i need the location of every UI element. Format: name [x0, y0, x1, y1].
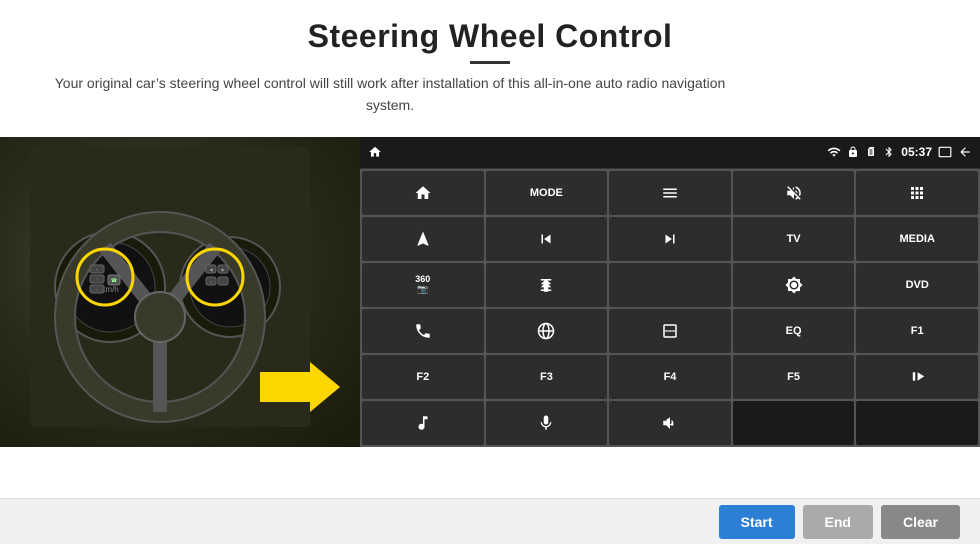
btn-browse[interactable] — [486, 309, 608, 353]
page-container: Steering Wheel Control Your original car… — [0, 0, 980, 544]
status-bar: 05:37 — [360, 137, 980, 169]
btn-empty2 — [856, 401, 978, 445]
clear-button[interactable]: Clear — [881, 505, 960, 539]
start-button[interactable]: Start — [719, 505, 795, 539]
btn-360[interactable]: 360📷 — [362, 263, 484, 307]
btn-f4[interactable]: F4 — [609, 355, 731, 399]
sim-icon — [865, 146, 877, 158]
android-panel: 05:37 MODE — [360, 137, 980, 447]
btn-tv[interactable]: TV — [733, 217, 855, 261]
btn-apps[interactable] — [856, 171, 978, 215]
btn-mute[interactable] — [733, 171, 855, 215]
home-status-icon — [368, 145, 382, 159]
control-grid: MODE TV — [360, 169, 980, 447]
btn-f2[interactable]: F2 — [362, 355, 484, 399]
btn-empty1 — [733, 401, 855, 445]
btn-brightness[interactable] — [733, 263, 855, 307]
car-image: km/h — [0, 137, 360, 447]
bt-icon — [883, 146, 895, 158]
btn-mode[interactable]: MODE — [486, 171, 608, 215]
btn-mic[interactable] — [486, 401, 608, 445]
btn-vol-phone[interactable] — [609, 401, 731, 445]
btn-menu[interactable] — [609, 171, 731, 215]
btn-media[interactable]: MEDIA — [856, 217, 978, 261]
back-icon — [958, 145, 972, 159]
svg-text:☎: ☎ — [111, 278, 117, 284]
btn-eq[interactable]: EQ — [733, 309, 855, 353]
btn-radio[interactable] — [609, 263, 731, 307]
status-right: 05:37 — [827, 145, 972, 159]
btn-eject[interactable] — [486, 263, 608, 307]
btn-window[interactable] — [609, 309, 731, 353]
lock-icon — [847, 146, 859, 158]
header-section: Steering Wheel Control Your original car… — [0, 0, 980, 137]
btn-phone[interactable] — [362, 309, 484, 353]
main-content: km/h — [0, 137, 980, 498]
svg-text:↑: ↑ — [96, 277, 98, 282]
btn-f5[interactable]: F5 — [733, 355, 855, 399]
btn-prev[interactable] — [486, 217, 608, 261]
mirror-icon — [938, 145, 952, 159]
btn-dvd[interactable]: DVD — [856, 263, 978, 307]
btn-f1[interactable]: F1 — [856, 309, 978, 353]
status-left — [368, 145, 382, 159]
page-title: Steering Wheel Control — [40, 18, 940, 55]
yellow-arrow — [260, 357, 340, 417]
btn-nav[interactable] — [362, 217, 484, 261]
end-button[interactable]: End — [803, 505, 873, 539]
bottom-bar: Start End Clear — [0, 498, 980, 544]
btn-f3[interactable]: F3 — [486, 355, 608, 399]
wifi-icon — [827, 145, 841, 159]
btn-next[interactable] — [609, 217, 731, 261]
title-divider — [470, 61, 510, 64]
status-time: 05:37 — [901, 145, 932, 159]
page-subtitle: Your original car’s steering wheel contr… — [40, 72, 740, 117]
btn-playpause[interactable] — [856, 355, 978, 399]
steering-bg: km/h — [0, 137, 360, 447]
btn-home[interactable] — [362, 171, 484, 215]
btn-music[interactable] — [362, 401, 484, 445]
